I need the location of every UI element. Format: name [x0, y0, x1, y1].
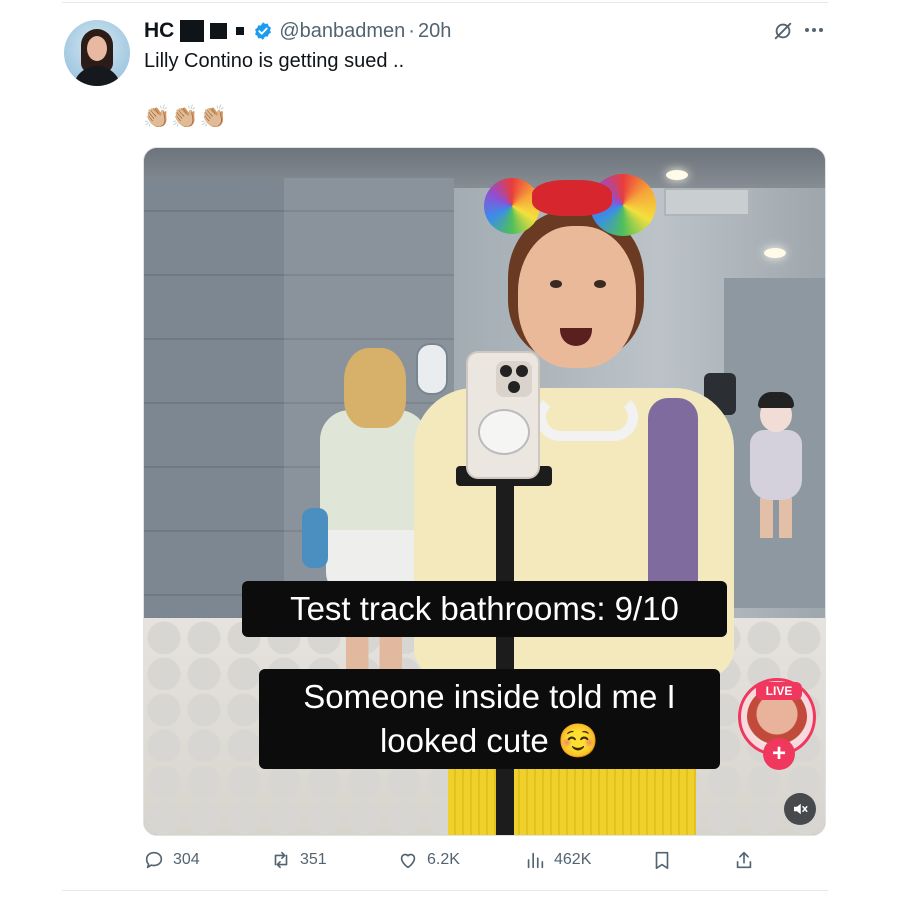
views-icon	[527, 852, 544, 869]
clapping-emoji: 👏🏼👏🏼👏🏼	[143, 104, 229, 129]
author-handle[interactable]: @banbadmen	[279, 20, 405, 43]
share-button[interactable]	[733, 846, 755, 874]
caption-text: Test track bathrooms: 9/10	[290, 590, 679, 627]
caption-text: Someone inside told me I	[303, 678, 676, 715]
bookmark-button[interactable]	[651, 846, 673, 874]
name-block-emoji	[210, 23, 228, 39]
headphones	[536, 393, 638, 441]
follow-plus-button[interactable]: +	[763, 738, 795, 770]
views-button[interactable]: 462K	[524, 846, 591, 874]
ceiling-light	[764, 248, 786, 258]
name-block-emoji	[180, 20, 205, 42]
name-block-emoji	[236, 27, 245, 35]
tweet-header: HC @banbadmen · 20h	[144, 17, 451, 45]
mute-icon	[794, 803, 808, 815]
caption-text: looked cute ☺️	[379, 722, 600, 759]
like-button[interactable]: 6.2K	[397, 846, 460, 874]
mute-button[interactable]	[784, 793, 816, 825]
bookmark-icon	[655, 851, 669, 870]
top-divider	[62, 2, 828, 3]
views-count: 462K	[554, 851, 592, 868]
author-avatar[interactable]	[64, 20, 130, 86]
video-caption: Test track bathrooms: 9/10	[242, 581, 727, 637]
tweet-actions: 304 351 6.2K 462K	[143, 846, 763, 874]
repost-button[interactable]: 351	[270, 846, 327, 874]
bottom-divider	[62, 890, 828, 891]
header-separator: ·	[408, 19, 415, 42]
tweet-video[interactable]: Test track bathrooms: 9/10 Someone insid…	[143, 147, 826, 836]
tweet-text: Lilly Contino is getting sued ..	[144, 50, 405, 72]
like-count: 6.2K	[427, 851, 460, 868]
tripod-stick	[496, 484, 514, 835]
tweet-timestamp[interactable]: 20h	[418, 20, 451, 43]
background-child	[744, 392, 806, 538]
like-icon	[400, 853, 416, 869]
grok-icon[interactable]	[772, 20, 794, 42]
video-caption: Someone inside told me I looked cute ☺️	[259, 669, 720, 769]
reply-icon	[145, 851, 163, 869]
repost-icon	[274, 851, 288, 869]
more-icon[interactable]	[805, 24, 825, 36]
live-label: LIVE	[756, 682, 802, 700]
verified-badge-icon	[255, 22, 272, 40]
reply-button[interactable]: 304	[143, 846, 200, 874]
phone	[466, 351, 540, 479]
author-name[interactable]: HC	[144, 19, 174, 43]
share-icon	[736, 851, 752, 869]
repost-count: 351	[300, 851, 327, 868]
reply-count: 304	[173, 851, 200, 868]
